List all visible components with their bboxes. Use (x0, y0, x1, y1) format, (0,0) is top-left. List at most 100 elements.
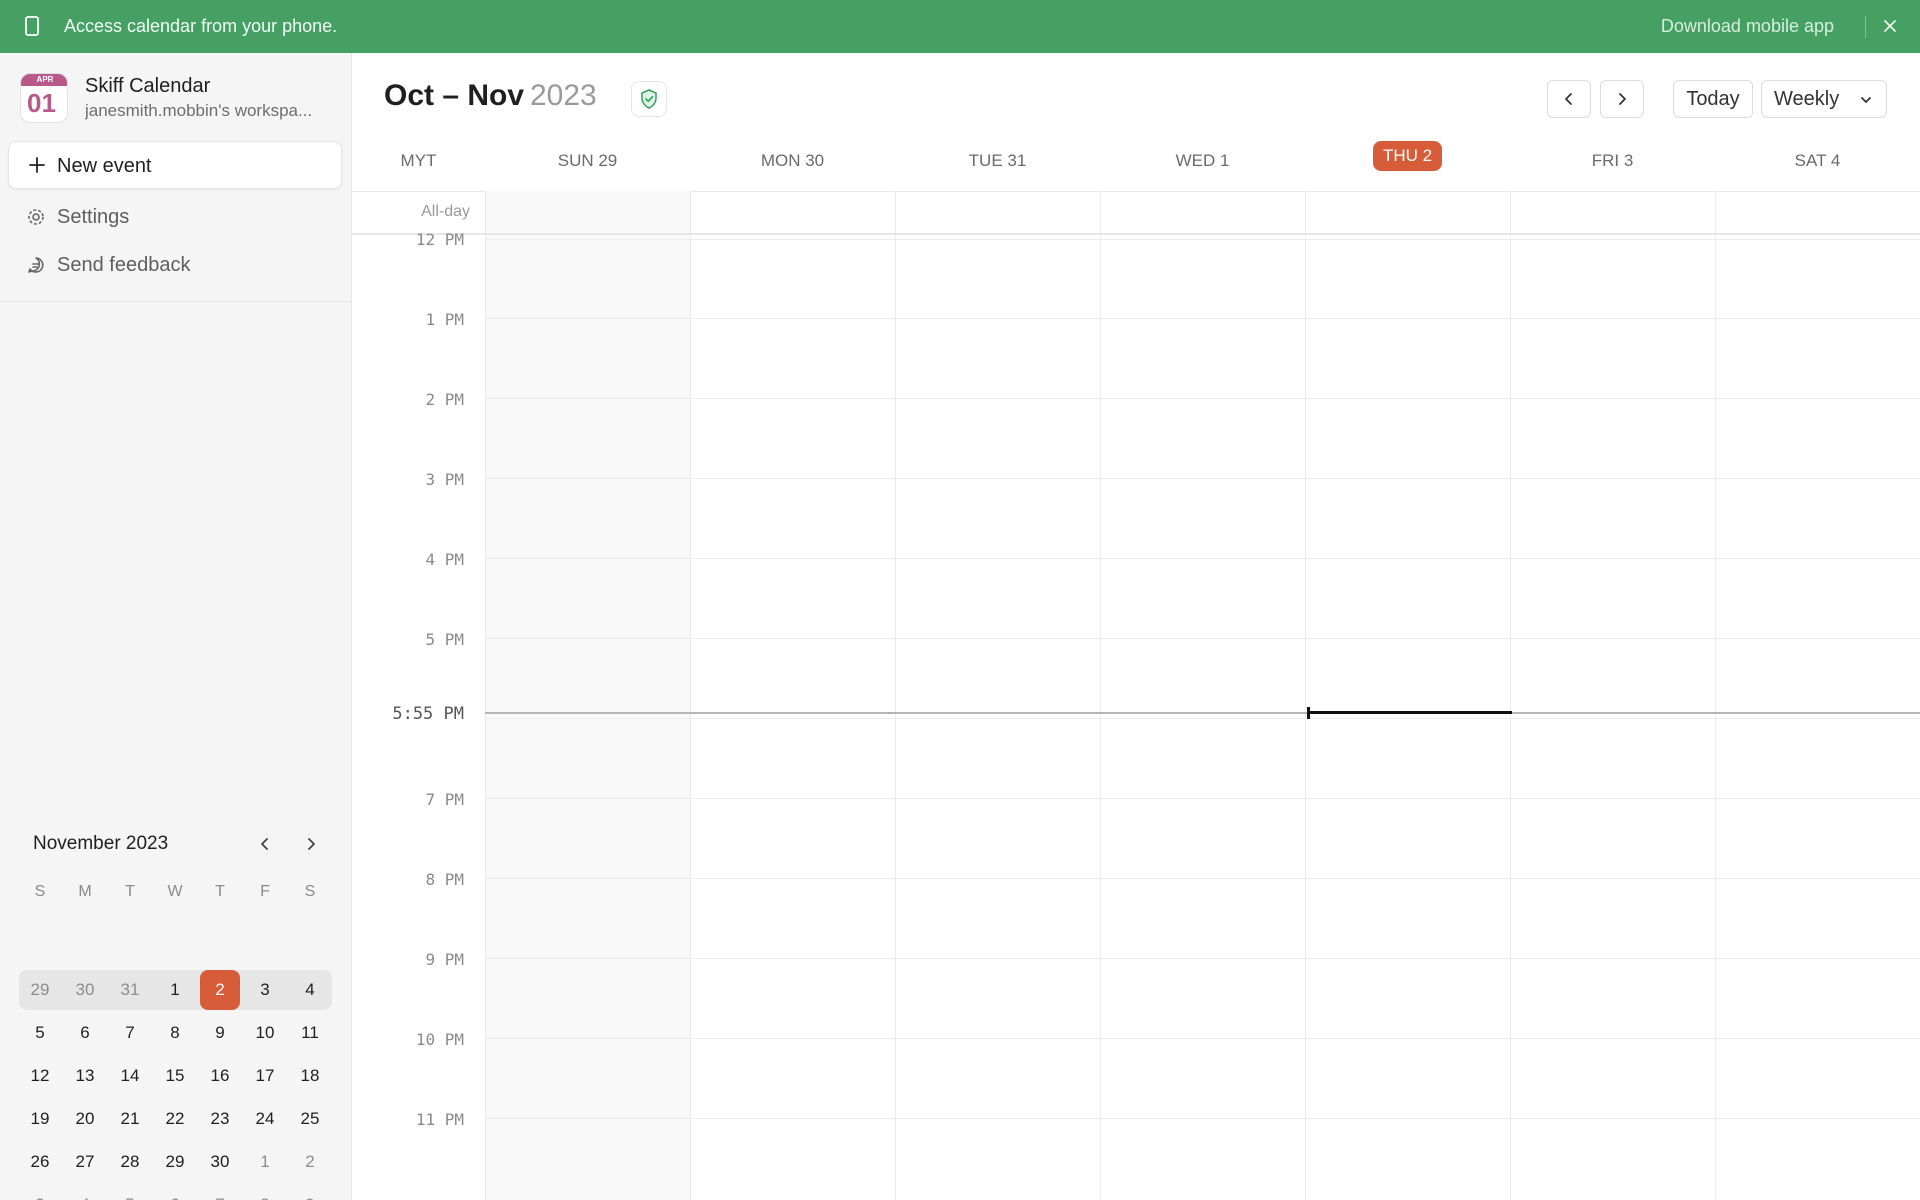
feedback-icon (28, 257, 44, 273)
mini-calendar-day[interactable]: 21 (110, 1099, 150, 1139)
day-header[interactable]: TUE 31 (895, 151, 1100, 181)
mini-calendar-day[interactable]: 7 (200, 1185, 240, 1200)
mini-calendar-title: November 2023 (33, 833, 169, 854)
hour-gridline (485, 1038, 1920, 1039)
new-event-button[interactable]: New event (8, 141, 342, 189)
mini-calendar-next-button[interactable] (299, 832, 323, 856)
prev-week-button[interactable] (1547, 80, 1591, 118)
workspace-name: Skiff Calendar (85, 75, 211, 97)
mini-calendar-day[interactable]: 8 (155, 1013, 195, 1053)
banner-text: Access calendar from your phone. (64, 16, 338, 36)
phone-icon (20, 14, 44, 38)
mini-calendar-day[interactable]: 20 (65, 1099, 105, 1139)
mini-calendar-day[interactable]: 9 (200, 1013, 240, 1053)
hour-label: 11 PM (415, 1110, 464, 1129)
workspace-owner: janesmith.mobbin's workspa... (85, 101, 313, 120)
sidebar-item-label: Settings (57, 206, 130, 228)
close-icon[interactable] (1880, 16, 1900, 36)
mini-calendar-day[interactable]: 1 (245, 1142, 285, 1182)
mini-calendar-day[interactable]: 11 (290, 1013, 330, 1053)
mini-calendar-day[interactable]: 1 (155, 970, 195, 1010)
today-button[interactable]: Today (1673, 80, 1753, 118)
hour-gridline (485, 558, 1920, 559)
mini-calendar-day[interactable]: 25 (290, 1099, 330, 1139)
hour-label: 5 PM (425, 630, 464, 649)
workspace-switcher[interactable]: APR 01 Skiff Calendar janesmith.mobbin's… (20, 73, 340, 129)
mini-calendar-day[interactable]: 19 (20, 1099, 60, 1139)
mini-calendar-day[interactable]: 24 (245, 1099, 285, 1139)
download-mobile-app-link[interactable]: Download mobile app (1661, 16, 1834, 37)
mini-calendar-day[interactable]: 15 (155, 1056, 195, 1096)
mini-calendar-day[interactable]: 14 (110, 1056, 150, 1096)
day-column-divider (895, 191, 896, 1200)
mini-calendar-day[interactable]: 31 (110, 970, 150, 1010)
day-column-divider (1305, 191, 1306, 1200)
mini-calendar-prev-button[interactable] (253, 832, 277, 856)
sidebar-item-settings[interactable]: Settings (8, 196, 342, 238)
chevron-left-icon (1565, 93, 1572, 105)
day-header[interactable]: MON 30 (690, 151, 895, 181)
mobile-app-banner: Access calendar from your phone. Downloa… (0, 0, 1920, 53)
mini-calendar-day[interactable]: 22 (155, 1099, 195, 1139)
mini-calendar-day[interactable]: 17 (245, 1056, 285, 1096)
current-time-line (485, 712, 1920, 714)
day-header[interactable]: SAT 4 (1715, 151, 1920, 181)
day-column-divider (485, 191, 486, 1200)
mini-calendar-day[interactable]: 3 (245, 970, 285, 1010)
sidebar-item-send-feedback[interactable]: Send feedback (8, 244, 342, 286)
mini-calendar-day[interactable]: 29 (20, 970, 60, 1010)
mini-calendar-dow: W (167, 883, 183, 900)
shield-check-icon (641, 89, 657, 109)
calendar-main: Oct – Nov 2023 Today Weekly MYT SUN 29 MO… (352, 53, 1920, 1200)
today-day-pill: THU 2 (1372, 141, 1443, 171)
hour-gridline (485, 638, 1920, 639)
mini-calendar-day[interactable]: 7 (110, 1013, 150, 1053)
mini-calendar-dow: T (125, 883, 135, 900)
mini-calendar-day[interactable]: 3 (20, 1185, 60, 1200)
mini-calendar-day[interactable]: 27 (65, 1142, 105, 1182)
mini-calendar-day[interactable]: 6 (65, 1013, 105, 1053)
day-header[interactable]: WED 1 (1100, 151, 1305, 181)
hour-gridline (485, 1118, 1920, 1119)
day-header[interactable]: THU 2 (1305, 141, 1510, 176)
hour-label: 9 PM (425, 950, 464, 969)
hour-label: 1 PM (425, 310, 464, 329)
mini-calendar-day[interactable]: 28 (110, 1142, 150, 1182)
encryption-shield-button[interactable] (631, 81, 667, 117)
mini-calendar-day[interactable]: 26 (20, 1142, 60, 1182)
mini-calendar-day[interactable]: 10 (245, 1013, 285, 1053)
day-column-divider (690, 191, 691, 1200)
mini-calendar-day[interactable]: 4 (290, 970, 330, 1010)
hour-gridline (485, 318, 1920, 319)
mini-calendar-day[interactable]: 23 (200, 1099, 240, 1139)
day-header[interactable]: SUN 29 (485, 151, 690, 181)
mini-calendar-day[interactable]: 5 (110, 1185, 150, 1200)
mini-calendar-day[interactable]: 9 (290, 1185, 330, 1200)
mini-calendar-day[interactable]: 30 (65, 970, 105, 1010)
banner-divider (1865, 16, 1866, 38)
view-select[interactable]: Weekly (1761, 80, 1887, 118)
mini-calendar-day[interactable]: 2 (200, 970, 240, 1010)
mini-calendar-day[interactable]: 4 (65, 1185, 105, 1200)
next-week-button[interactable] (1600, 80, 1644, 118)
mini-calendar-dow: M (78, 883, 92, 900)
mini-calendar-day[interactable]: 2 (290, 1142, 330, 1182)
mini-calendar-day[interactable]: 6 (155, 1185, 195, 1200)
current-time-label: 5:55 PM (392, 704, 464, 724)
mini-calendar-day[interactable]: 18 (290, 1056, 330, 1096)
hour-gridline (485, 958, 1920, 959)
plus-icon (29, 157, 45, 173)
mini-calendar-day[interactable]: 8 (245, 1185, 285, 1200)
mini-calendar-day[interactable]: 16 (200, 1056, 240, 1096)
mini-calendar-dow: S (304, 883, 316, 900)
mini-calendar-day[interactable]: 5 (20, 1013, 60, 1053)
day-header[interactable]: FRI 3 (1510, 151, 1715, 181)
mini-calendar-dow: F (260, 883, 270, 900)
hour-gridline (485, 398, 1920, 399)
mini-calendar-day[interactable]: 12 (20, 1056, 60, 1096)
mini-calendar-day[interactable]: 13 (65, 1056, 105, 1096)
mini-calendar-day[interactable]: 29 (155, 1142, 195, 1182)
current-time-today-marker (1308, 711, 1512, 714)
hour-label: 10 PM (415, 1030, 464, 1049)
mini-calendar-day[interactable]: 30 (200, 1142, 240, 1182)
